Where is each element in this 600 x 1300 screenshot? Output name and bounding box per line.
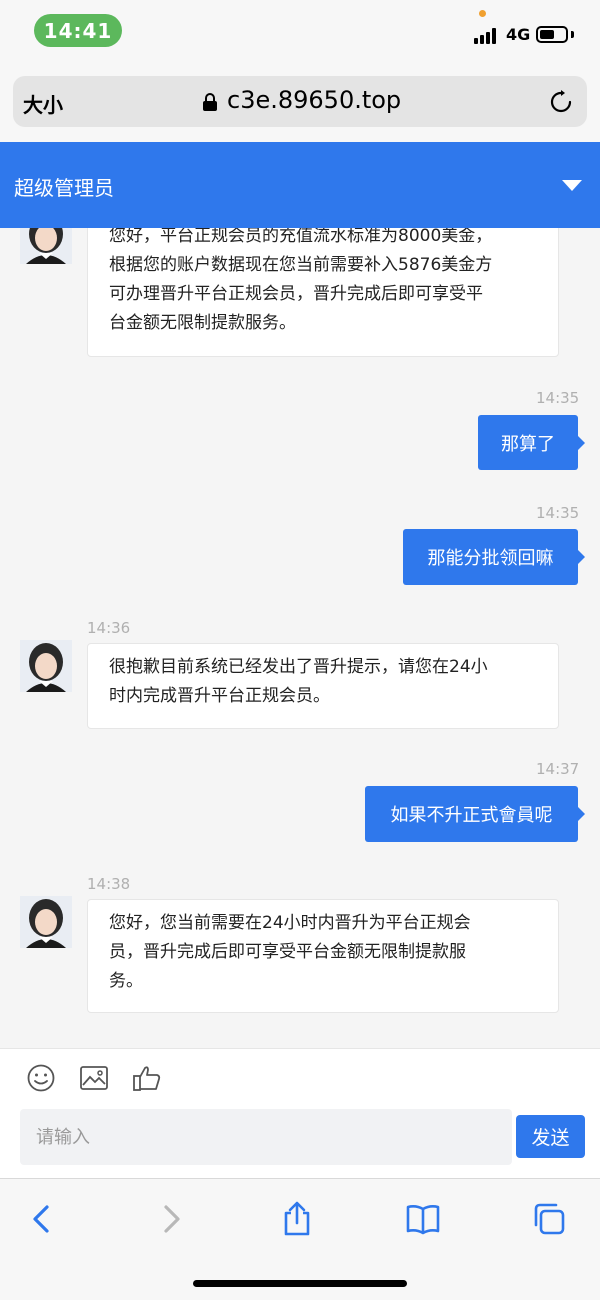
share-icon[interactable] bbox=[279, 1201, 315, 1237]
browser-top-bar: 大小 c3e.89650.top bbox=[0, 60, 600, 142]
agent-avatar bbox=[20, 896, 72, 948]
user-message-bubble: 那能分批领回嘛 bbox=[403, 529, 585, 585]
message-line: 时内完成晋升平台正规会员。 bbox=[109, 686, 330, 706]
agent-message-bubble: 您好，平台正规会员的充值流水标准为8000美金， 根据您的账户数据现在您当前需要… bbox=[87, 228, 559, 357]
agent-avatar bbox=[20, 228, 72, 264]
battery-icon bbox=[536, 26, 568, 43]
image-icon[interactable] bbox=[79, 1063, 109, 1093]
reload-icon[interactable] bbox=[549, 90, 573, 114]
user-message-bubble: 那算了 bbox=[478, 415, 585, 470]
message-line: 您好，您当前需要在24小时内晋升为平台正规会 bbox=[109, 913, 471, 933]
text-size-label: 大小 bbox=[23, 93, 63, 117]
back-icon[interactable] bbox=[24, 1201, 60, 1237]
bookmarks-icon[interactable] bbox=[405, 1201, 441, 1237]
message-line: 您好，平台正规会员的充值流水标准为8000美金， bbox=[109, 228, 493, 246]
lock-icon bbox=[203, 93, 217, 111]
message-timestamp: 14:36 bbox=[87, 619, 131, 637]
agent-avatar-image bbox=[20, 896, 72, 948]
text-size-button[interactable]: 大小 bbox=[23, 89, 63, 118]
agent-avatar-image bbox=[20, 640, 72, 692]
agent-message-bubble: 您好，您当前需要在24小时内晋升为平台正规会 员，晋升完成后即可享受平台金额无限… bbox=[87, 899, 559, 1013]
chat-message-list[interactable]: 您好，平台正规会员的充值流水标准为8000美金， 根据您的账户数据现在您当前需要… bbox=[0, 228, 600, 1050]
message-line: 务。 bbox=[109, 971, 143, 991]
signal-icon bbox=[474, 28, 500, 44]
message-timestamp: 14:37 bbox=[536, 760, 580, 778]
agent-message-bubble: 很抱歉目前系统已经发出了晋升提示，请您在24小 时内完成晋升平台正规会员。 bbox=[87, 643, 559, 729]
thumbs-up-icon[interactable] bbox=[132, 1063, 162, 1093]
chat-header: 超级管理员 bbox=[0, 142, 600, 228]
status-bar: 14:41 4G bbox=[0, 0, 600, 60]
message-input[interactable] bbox=[20, 1109, 512, 1165]
message-timestamp: 14:35 bbox=[536, 389, 580, 407]
user-message-bubble: 如果不升正式會員呢 bbox=[365, 786, 585, 842]
send-button[interactable]: 发送 bbox=[516, 1115, 585, 1158]
emoji-icon[interactable] bbox=[26, 1063, 56, 1093]
home-indicator[interactable] bbox=[193, 1280, 407, 1287]
message-line: 台金额无限制提款服务。 bbox=[109, 313, 296, 333]
agent-avatar bbox=[20, 640, 72, 692]
message-timestamp: 14:35 bbox=[536, 504, 580, 522]
browser-bottom-toolbar bbox=[0, 1178, 600, 1300]
url-text: c3e.89650.top bbox=[227, 86, 402, 114]
agent-avatar-image bbox=[20, 228, 72, 264]
privacy-indicator-dot bbox=[479, 10, 486, 17]
header-title: 超级管理员 bbox=[14, 176, 114, 200]
message-composer: 发送 bbox=[0, 1048, 600, 1179]
message-line: 可办理晋升平台正规会员，晋升完成后即可享受平 bbox=[109, 284, 483, 304]
message-line: 员，晋升完成后即可享受平台金额无限制提款服 bbox=[109, 942, 466, 962]
dropdown-caret-icon[interactable] bbox=[562, 180, 582, 191]
tabs-icon[interactable] bbox=[531, 1201, 567, 1237]
message-timestamp: 14:38 bbox=[87, 875, 131, 893]
address-bar[interactable]: 大小 c3e.89650.top bbox=[13, 76, 587, 127]
message-line: 很抱歉目前系统已经发出了晋升提示，请您在24小 bbox=[109, 657, 488, 677]
forward-icon[interactable] bbox=[153, 1201, 189, 1237]
network-type: 4G bbox=[506, 25, 531, 44]
message-line: 根据您的账户数据现在您当前需要补入5876美金方 bbox=[109, 255, 493, 275]
status-time: 14:41 bbox=[34, 14, 122, 47]
